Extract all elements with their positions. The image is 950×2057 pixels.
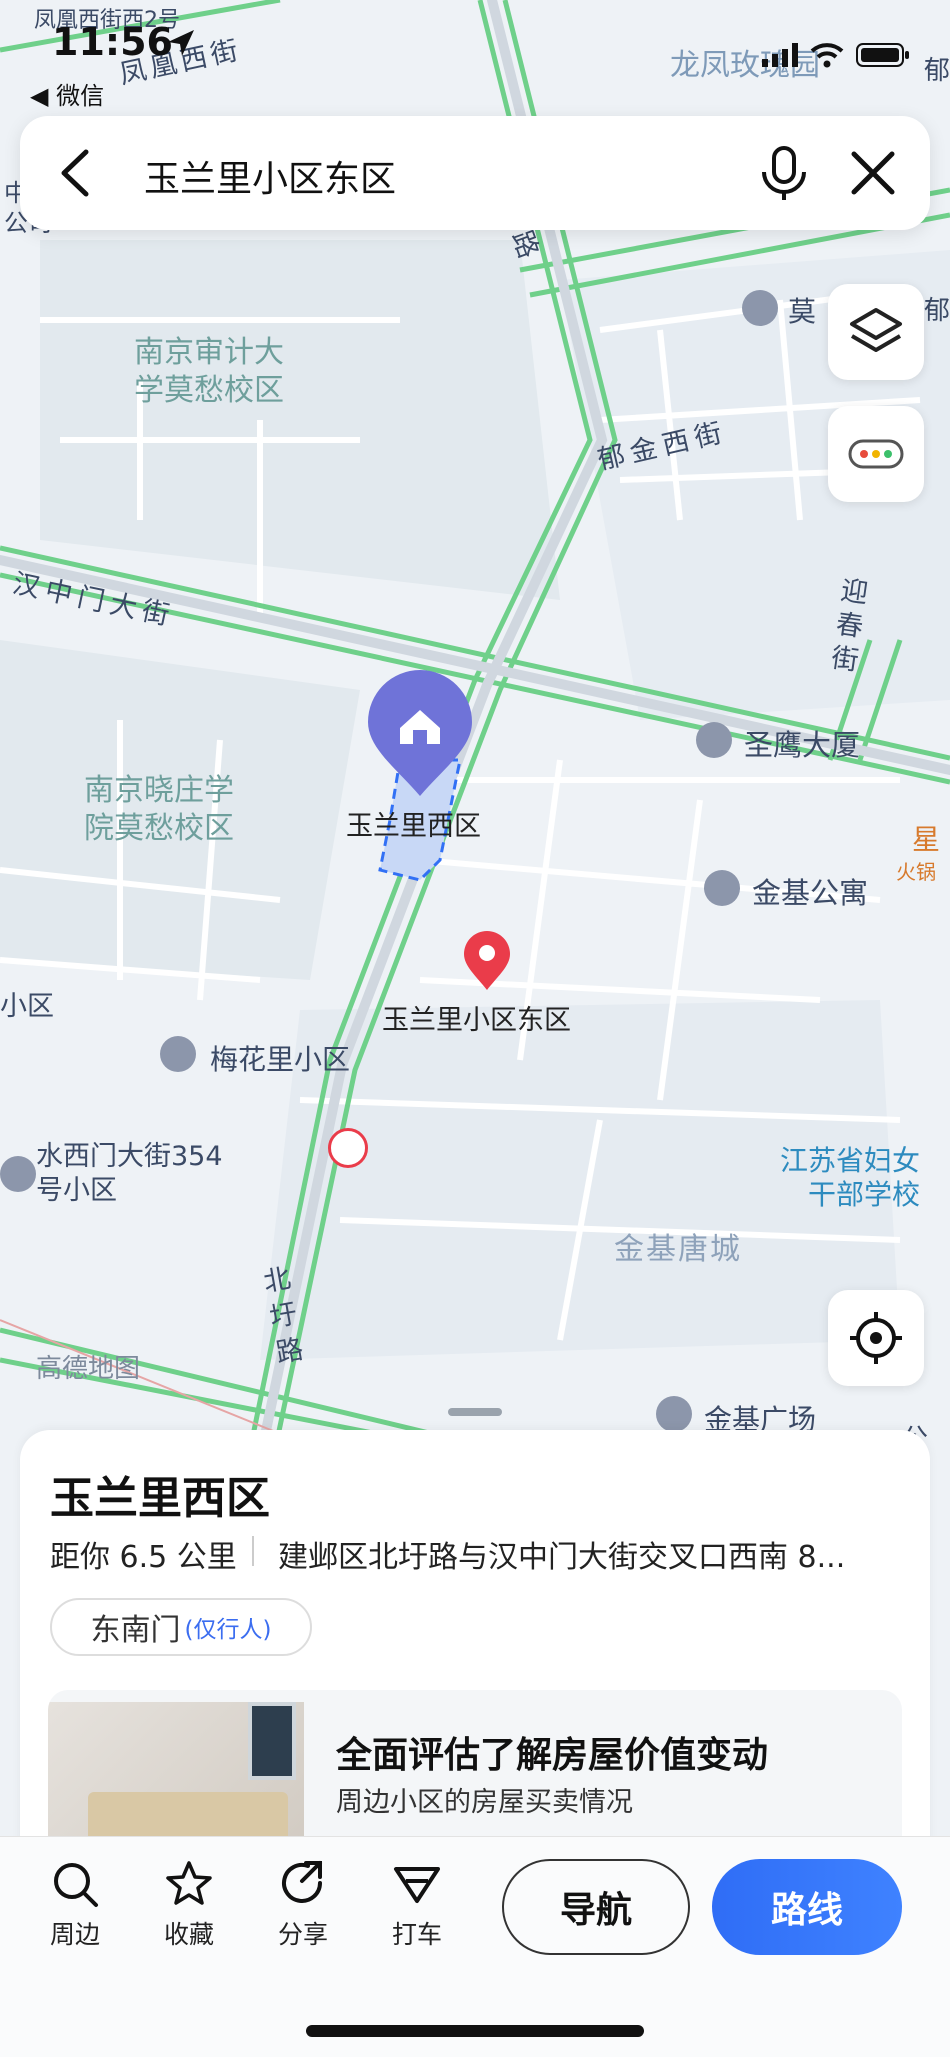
entrance-chip[interactable]: 东南门 (仅行人) [50,1598,312,1656]
building-icon[interactable] [696,722,732,758]
place-distance: 距你 6.5 公里 [50,1540,237,1575]
navigate-button[interactable]: 导航 [502,1859,690,1955]
home-pin-icon [368,670,472,796]
crosshair-icon [850,1312,902,1364]
map-layers-button[interactable] [828,284,924,380]
signal-icon [762,43,798,67]
poi-label-jinji-tangcheng: 金基唐城 [614,1232,742,1267]
back-to-wechat[interactable]: ◀ 微信 [30,76,104,111]
building-icon[interactable] [0,1156,36,1192]
poi-label-jinji-gongyu: 金基公寓 [752,876,869,910]
promo-title: 全面评估了解房屋价值变动 [336,1735,769,1776]
star-icon [166,1861,212,1905]
nearby-button[interactable]: 周边 [30,1859,120,1951]
destination-marker[interactable] [462,930,512,992]
locate-me-button[interactable] [828,1290,924,1386]
poi-label-women-school: 江苏省妇女 干部学校 [780,1144,921,1211]
wifi-icon [810,43,844,68]
poi-label-mo: 莫 [788,295,817,328]
favorite-button[interactable]: 收藏 [144,1859,234,1951]
status-icons [762,42,910,68]
taxi-button[interactable]: 打车 [372,1859,462,1951]
status-bar: 11:56 ◀ 微信 [0,0,950,110]
entrance-name: 东南门 [90,1613,181,1648]
poi-label-shengying: 圣鹰大厦 [744,728,861,762]
close-icon[interactable] [850,150,896,196]
place-label-nanjing-audit: 南京审计大 学莫愁校区 [134,335,284,408]
traffic-toggle-button[interactable] [828,406,924,502]
microphone-icon[interactable] [760,146,808,202]
building-icon[interactable] [656,1396,692,1432]
share-label: 分享 [277,1920,328,1949]
place-label-right-partial-2: 郁 [924,296,950,326]
place-title: 玉兰里西区 [50,1473,270,1524]
building-icon[interactable] [160,1036,196,1072]
marker-label-yulanli-west: 玉兰里西区 [346,811,481,842]
search-bar[interactable]: 玉兰里小区东区 [20,116,930,230]
attraction-icon[interactable] [328,1128,368,1168]
location-pin-icon [464,931,510,990]
marker-label-yulanli-east: 玉兰里小区东区 [382,1005,571,1036]
place-detail-panel: 玉兰里西区 距你 6.5 公里 建邺区北圩路与汉中门大街交叉口西南 8... 东… [20,1430,930,1890]
building-icon[interactable] [704,870,740,906]
share-button[interactable]: 分享 [258,1859,348,1951]
route-button[interactable]: 路线 [712,1859,902,1955]
poi-label-huoguo: 火锅 [896,860,936,884]
layers-icon [850,308,902,352]
taxi-icon [394,1867,440,1903]
divider [252,1536,254,1566]
promo-subtitle: 周边小区的房屋买卖情况 [336,1787,633,1818]
favorite-label: 收藏 [163,1920,214,1949]
nearby-label: 周边 [49,1920,100,1949]
poi-label-meihuali: 梅花里小区 [210,1043,351,1076]
poi-label-shuiximen: 水西门大街354 号小区 [36,1141,223,1206]
building-icon[interactable] [742,290,778,326]
bottom-toolbar: 周边 收藏 分享 打车 导航 路线 [0,1836,950,2057]
map-watermark: 高德地图 [36,1354,141,1384]
sheet-drag-handle[interactable] [448,1408,502,1416]
search-icon [54,1863,98,1907]
status-time: 11:56 [52,20,173,64]
taxi-label: 打车 [391,1920,442,1949]
place-label-xiaozhuang: 南京晓庄学 院莫愁校区 [84,773,234,846]
back-arrow-icon[interactable] [56,148,96,198]
location-arrow-icon [168,30,194,56]
place-address[interactable]: 建邺区北圩路与汉中门大街交叉口西南 8... [278,1532,908,1576]
share-icon [282,1861,322,1903]
search-query[interactable]: 玉兰里小区东区 [144,150,396,202]
traffic-light-icon [848,439,904,469]
selected-place-marker[interactable] [366,670,474,800]
poi-label-xing: 星 [912,823,941,856]
poi-label-xiaoqu: 小区 [0,991,54,1022]
battery-icon [856,43,909,67]
home-indicator[interactable] [306,2025,644,2037]
entrance-note: (仅行人) [184,1617,272,1643]
